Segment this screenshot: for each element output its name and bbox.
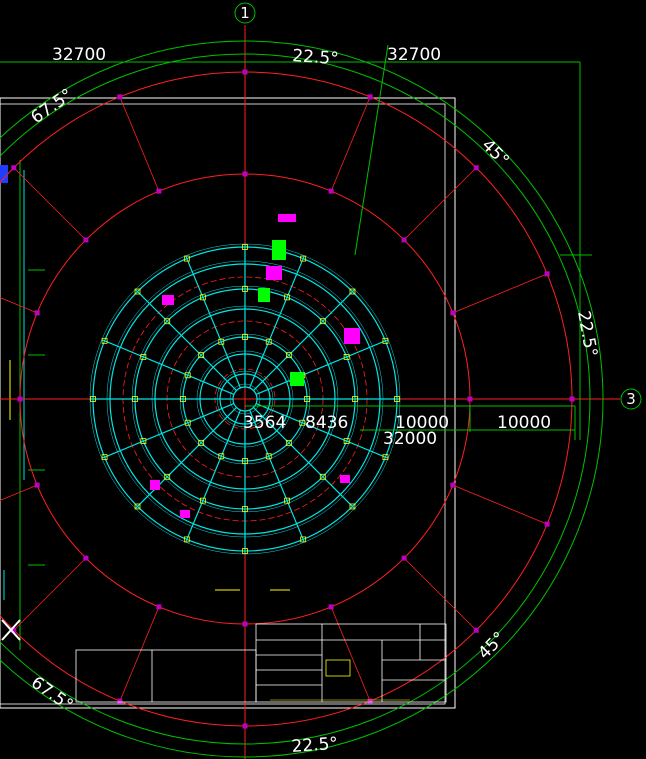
dim-angle-bottom-left: 67.5° [27, 673, 76, 716]
ring-node [544, 271, 550, 277]
ring-node [34, 310, 40, 316]
ring-node [83, 237, 89, 243]
dim-radial-outer: 10000 [497, 413, 551, 433]
ring-node [473, 627, 479, 633]
ring-node [242, 723, 248, 729]
ring-node [544, 521, 550, 527]
dim-top-left-span: 32700 [52, 45, 106, 65]
ring-node [328, 604, 334, 610]
dome-radial [134, 407, 237, 510]
ring-node [34, 482, 40, 488]
ring-node [467, 396, 473, 402]
axis-marker-3-label: 3 [626, 390, 636, 408]
ring-node [156, 604, 162, 610]
outer-radial-line [119, 96, 160, 192]
left-side-fragments [0, 160, 45, 650]
dim-radius-total: 32000 [383, 429, 437, 449]
outer-radial-line [330, 96, 371, 192]
dim-top-right-span: 32700 [387, 45, 441, 65]
dim-angle-bottom: 22.5° [291, 734, 339, 757]
cursor-cross-icon [1, 619, 21, 641]
outer-radial-line [452, 484, 548, 525]
ring-node [569, 396, 575, 402]
axis-marker-1-label: 1 [240, 4, 250, 22]
ring-node [117, 94, 123, 100]
outer-radial-line [0, 297, 38, 314]
outer-radial-line [119, 606, 160, 702]
outer-radial-line [13, 167, 87, 241]
outer-radial-line [330, 606, 371, 702]
dome-radial [253, 288, 356, 391]
dim-angle-right-upper: 45° [477, 135, 512, 170]
ring-node [450, 482, 456, 488]
ring-node [17, 396, 23, 402]
outer-radial-line [403, 557, 477, 631]
ring-node [11, 165, 17, 171]
outer-radial-line [13, 557, 87, 631]
ring-node [242, 171, 248, 177]
dim-angle-top: 22.5° [292, 46, 340, 69]
dim-angle-right: 22.5° [573, 309, 601, 358]
axis-marker-1[interactable]: 1 [234, 2, 256, 24]
title-block [75, 623, 447, 703]
ring-node [156, 188, 162, 194]
ring-node [367, 698, 373, 704]
ring-node [401, 237, 407, 243]
ring-node [242, 621, 248, 627]
cad-drawing-canvas[interactable]: 1 3 32700 32700 22.5° 67.5° 45° 22.5° 45… [0, 0, 646, 759]
outer-radial-line [0, 484, 38, 501]
ring-node [367, 94, 373, 100]
dim-radial-inner: 3564 [243, 413, 286, 433]
axis-marker-3[interactable]: 3 [620, 388, 642, 410]
dim-angle-right-lower: 45° [474, 628, 509, 663]
ring-node [242, 69, 248, 75]
ring-node [450, 310, 456, 316]
ring-node [328, 188, 334, 194]
outer-radial-line [452, 273, 548, 314]
ring-node [117, 698, 123, 704]
outer-radial-line [403, 167, 477, 241]
ring-node [473, 165, 479, 171]
dome-radial [134, 288, 237, 391]
ring-node [83, 555, 89, 561]
dim-angle-top-left: 67.5° [27, 85, 76, 128]
dim-radial-second: 8436 [305, 413, 348, 433]
ring-node [401, 555, 407, 561]
drawing-frame [0, 97, 456, 709]
